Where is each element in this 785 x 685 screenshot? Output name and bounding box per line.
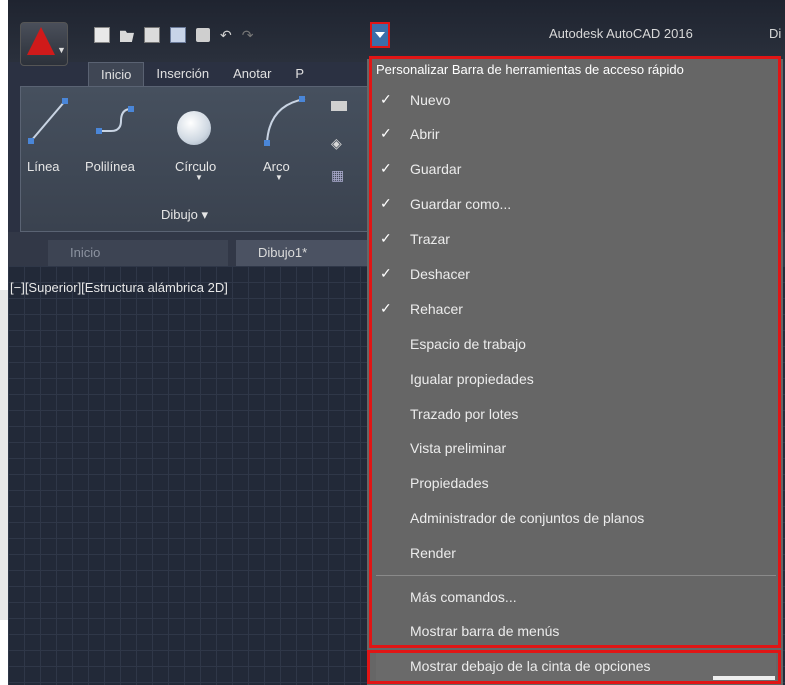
arc-icon <box>264 96 306 146</box>
window-title: Autodesk AutoCAD 2016 <box>549 26 693 41</box>
menu-item-abrir[interactable]: ✓ Abrir <box>376 120 776 150</box>
polilinea-tool[interactable]: Polilínea <box>85 91 161 181</box>
autocad-logo-icon <box>27 27 55 55</box>
menu-item-label: Administrador de conjuntos de planos <box>410 510 645 526</box>
circulo-chevron-icon[interactable]: ▼ <box>195 173 203 182</box>
left-window-edge <box>0 290 8 620</box>
tab-inicio[interactable]: Inicio <box>88 62 145 87</box>
undo-icon[interactable]: ↶ <box>220 28 232 42</box>
doc-tab-inicio[interactable]: Inicio <box>48 240 228 266</box>
checkmark-icon: ✓ <box>380 125 392 141</box>
menu-item-trazado-por-lotes[interactable]: Trazado por lotes <box>376 400 776 430</box>
menu-item-label: Trazar <box>410 231 450 247</box>
linea-tool[interactable]: Línea <box>25 91 75 181</box>
menu-header: Personalizar Barra de herramientas de ac… <box>376 62 684 77</box>
menu-item-espacio-de-trabajo[interactable]: Espacio de trabajo <box>376 330 776 360</box>
menu-item-label: Trazado por lotes <box>410 406 519 422</box>
menu-item-label: Más comandos... <box>410 589 517 605</box>
menu-item-nuevo[interactable]: ✓ Nuevo <box>376 86 776 116</box>
save-icon[interactable] <box>144 27 160 43</box>
menu-item-label: Mostrar debajo de la cinta de opciones <box>410 658 651 674</box>
menu-item-label: Propiedades <box>410 475 489 491</box>
menu-item-label: Deshacer <box>410 266 470 282</box>
small-tools-column: ◈ ▦ <box>327 101 367 191</box>
menu-item-label: Render <box>410 545 456 561</box>
menu-item-propiedades[interactable]: Propiedades <box>376 469 776 499</box>
menu-item-mostrar-barra-menus[interactable]: Mostrar barra de menús <box>376 617 776 647</box>
tab-insercion[interactable]: Inserción <box>144 62 221 86</box>
ribbon-tabs: Inicio Inserción Anotar P <box>88 62 316 87</box>
application-menu-button[interactable]: ▼ <box>20 22 68 66</box>
tab-p[interactable]: P <box>283 62 316 86</box>
dropdown-arrow-icon <box>375 32 385 38</box>
menu-item-trazar[interactable]: ✓ Trazar <box>376 225 776 255</box>
menu-item-igualar-propiedades[interactable]: Igualar propiedades <box>376 365 776 395</box>
circulo-label: Círculo <box>175 159 217 174</box>
selection-underline <box>713 676 775 680</box>
checkmark-icon: ✓ <box>380 300 392 316</box>
circle-icon <box>177 111 211 145</box>
menu-item-vista-preliminar[interactable]: Vista preliminar <box>376 434 776 464</box>
menu-item-label: Igualar propiedades <box>410 371 534 387</box>
redo-icon[interactable]: ↷ <box>242 28 254 42</box>
menu-item-guardar[interactable]: ✓ Guardar <box>376 155 776 185</box>
checkmark-icon: ✓ <box>380 195 392 211</box>
plot-printer-icon[interactable] <box>196 28 210 42</box>
quick-access-toolbar: ↶ ↷ <box>94 26 253 44</box>
open-folder-icon[interactable] <box>120 30 134 42</box>
checkmark-icon: ✓ <box>380 265 392 281</box>
menu-item-label: Abrir <box>410 126 440 142</box>
polyline-icon <box>96 106 134 134</box>
menu-item-label: Espacio de trabajo <box>410 336 526 352</box>
menu-item-label: Mostrar barra de menús <box>410 623 560 639</box>
polilinea-label: Polilínea <box>85 159 135 174</box>
arco-tool[interactable]: Arco ▼ <box>257 91 317 191</box>
menu-item-guardar-como[interactable]: ✓ Guardar como... <box>376 190 776 220</box>
checkmark-icon: ✓ <box>380 91 392 107</box>
menu-item-label: Vista preliminar <box>410 440 507 456</box>
line-icon <box>28 98 68 144</box>
viewport-controls-label[interactable]: [−][Superior][Estructura alámbrica 2D] <box>10 280 228 295</box>
menu-item-deshacer[interactable]: ✓ Deshacer <box>376 260 776 290</box>
menu-item-label: Guardar como... <box>410 196 512 212</box>
menu-item-label: Guardar <box>410 161 462 177</box>
menu-item-label: Rehacer <box>410 301 463 317</box>
menu-separator <box>376 575 776 576</box>
new-file-icon[interactable] <box>94 27 110 43</box>
panel-title-dibujo[interactable]: Dibujo ▾ <box>161 207 208 223</box>
arco-label: Arco <box>263 159 290 174</box>
linea-label: Línea <box>27 159 60 174</box>
menu-item-mas-comandos[interactable]: Más comandos... <box>376 583 776 613</box>
title-bar: ▼ ↶ ↷ Autodesk AutoCAD 2016 Di <box>8 0 785 66</box>
menu-item-render[interactable]: Render <box>376 539 776 569</box>
checkmark-icon: ✓ <box>380 160 392 176</box>
doc-tab-dibujo1[interactable]: Dibujo1* <box>236 240 376 266</box>
save-as-icon[interactable] <box>170 27 186 43</box>
gradient-icon[interactable]: ▦ <box>331 167 344 184</box>
rectangle-icon[interactable] <box>331 101 347 111</box>
tab-anotar[interactable]: Anotar <box>221 62 283 86</box>
window-title-suffix: Di <box>769 26 782 41</box>
hatch-icon[interactable]: ◈ <box>331 135 342 152</box>
arco-chevron-icon[interactable]: ▼ <box>275 173 283 182</box>
menu-item-label: Nuevo <box>410 92 451 108</box>
chevron-down-icon: ▼ <box>57 45 66 55</box>
ribbon-panel-dibujo: Línea Polilínea Círculo ▼ Arco ▼ ◈ ▦ Dib… <box>20 86 378 232</box>
menu-item-rehacer[interactable]: ✓ Rehacer <box>376 295 776 325</box>
menu-item-administrador-conjuntos-planos[interactable]: Administrador de conjuntos de planos <box>376 504 776 534</box>
checkmark-icon: ✓ <box>380 230 392 246</box>
customize-qat-dropdown-button[interactable] <box>370 22 390 48</box>
